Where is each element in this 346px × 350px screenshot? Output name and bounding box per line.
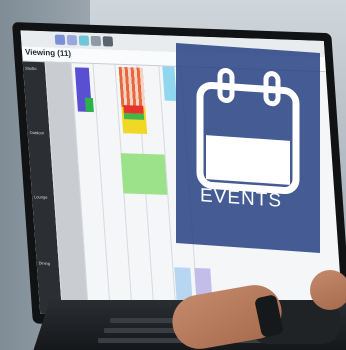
toolbar-icon <box>66 34 78 46</box>
row-label: Dining <box>38 260 51 266</box>
toolbar-icon <box>102 36 114 47</box>
row-label: Lounge <box>33 194 48 200</box>
event-block[interactable] <box>118 66 146 108</box>
toolbar-icon <box>90 35 102 47</box>
row-label: Studio <box>24 65 37 71</box>
photo: Viewing (11) Studio Outdoor Lounge Dinin… <box>0 0 346 350</box>
toolbar-icon <box>78 35 90 46</box>
event-block[interactable] <box>123 113 145 120</box>
view-title: Viewing (11) <box>24 47 72 59</box>
event-block[interactable] <box>84 97 94 113</box>
calendar-icon <box>196 67 300 195</box>
row-label: Outdoor <box>29 129 45 136</box>
events-badge <box>176 42 320 254</box>
toolbar-icon <box>54 34 66 45</box>
hand <box>310 270 346 310</box>
event-block[interactable] <box>120 153 168 195</box>
event-block[interactable] <box>162 66 177 101</box>
